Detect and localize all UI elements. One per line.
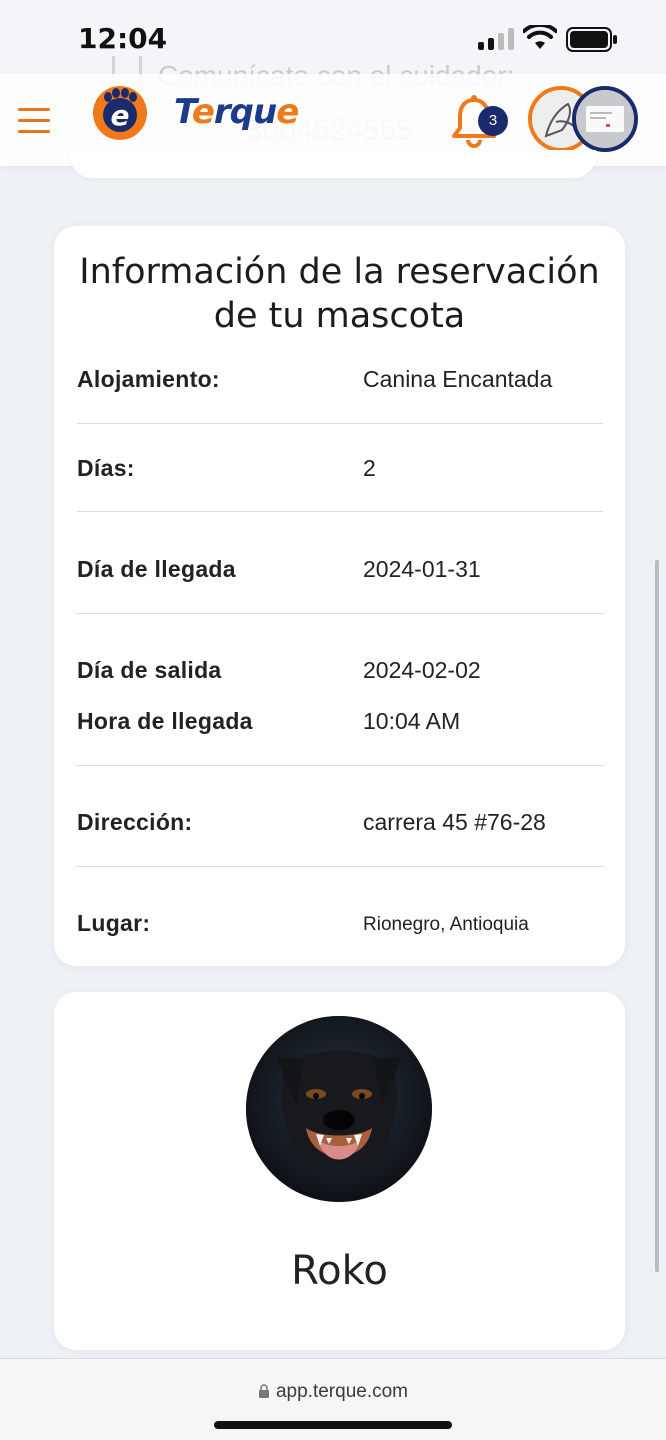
url-text: app.terque.com [275,1381,409,1402]
arrival-time-label: Hora de llegada [77,708,253,734]
address-value: carrera 45 #76-28 [363,809,546,835]
lock-icon [258,1384,269,1398]
pet-name: Roko [291,1248,388,1294]
departure-date-value: 2024-02-02 [363,657,481,683]
cellular-signal-icon [478,28,514,50]
previous-card-edge [70,150,596,178]
address-label: Dirección: [77,809,193,835]
departure-date-label: Día de salida [77,657,222,683]
days-label: Días: [77,455,135,481]
pet-card: Roko [54,992,625,1350]
wifi-icon [523,25,557,49]
secondary-avatar[interactable] [572,86,638,152]
url-display[interactable]: app.terque.com [0,1381,666,1403]
reservation-info-card: Información de la reservación de tu masc… [54,226,625,966]
pet-photo [246,1016,432,1202]
battery-icon [566,27,617,52]
notification-count-badge[interactable]: 3 [478,106,508,136]
terque-logo-text[interactable]: Terque [174,92,299,132]
arrival-date-label: Día de llegada [77,556,236,582]
status-time: 12:04 [78,22,168,55]
svg-text:e: e [111,99,130,132]
accommodation-label: Alojamiento: [77,366,220,392]
home-indicator[interactable] [214,1421,452,1429]
page-scrollbar[interactable] [655,560,659,1272]
dog-portrait-icon [246,1016,432,1202]
card-image-icon [576,90,634,148]
divider [77,511,603,512]
accommodation-value: Canina Encantada [363,366,553,392]
place-value: Rionegro, Antioquia [363,914,529,935]
browser-url-bar[interactable]: app.terque.com [0,1358,666,1440]
logo-letters-rqu: rqu [213,92,277,132]
logo-letter-t: T [174,92,193,132]
arrival-time-value: 10:04 AM [363,708,461,734]
divider [77,613,603,614]
terque-logo-icon[interactable]: e [92,85,148,141]
logo-letter-e-end: e [276,92,299,132]
place-label: Lugar: [77,910,151,936]
logo-letter-e: e [191,92,215,132]
divider [77,765,603,766]
reservation-title: Información de la reservación de tu masc… [79,252,600,336]
hamburger-menu-icon[interactable] [18,108,50,134]
divider [77,866,603,867]
arrival-date-value: 2024-01-31 [363,556,481,582]
days-value: 2 [363,455,376,481]
divider [77,423,603,424]
